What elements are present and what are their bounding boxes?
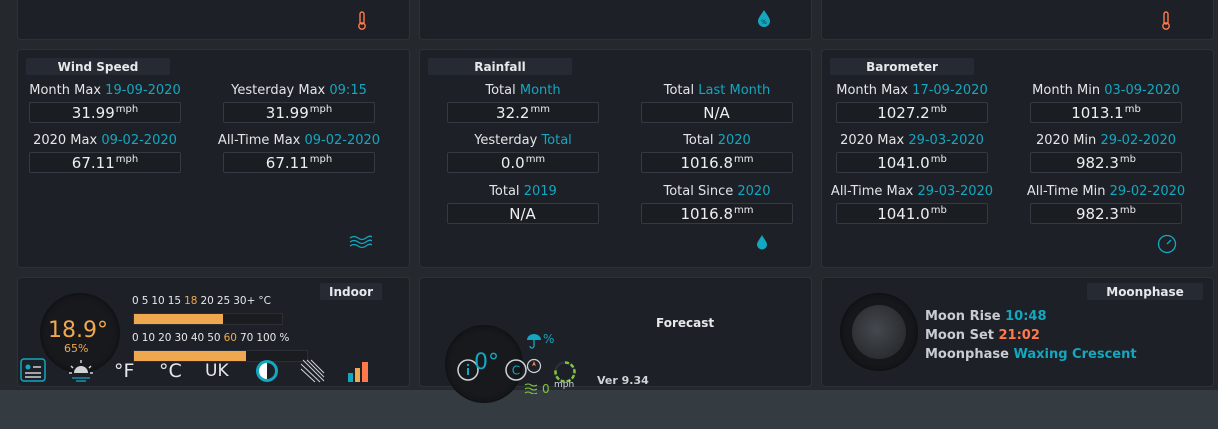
indoor-temp-bar-fill bbox=[134, 314, 223, 324]
unit-uk-button[interactable]: UK bbox=[205, 361, 229, 381]
scale-tick-label: 100 bbox=[256, 332, 277, 344]
moon-rise-line: Moon Rise 10:48 bbox=[925, 309, 1047, 324]
forecast-rain-percent: % bbox=[543, 332, 555, 346]
barometer-title: Barometer bbox=[830, 58, 974, 75]
scale-tick-label: 0 bbox=[132, 332, 139, 344]
gauge-icon bbox=[1157, 234, 1177, 254]
rainfall-card: Rainfall Total Month 32.2 mm Total Last M… bbox=[419, 49, 812, 268]
wind-speed-card: Wind Speed Month Max 19-09-2020 31.99 mph… bbox=[17, 49, 410, 268]
baro-year-max: 2020 Max 29-03-2020 1041.0 mb bbox=[827, 132, 997, 173]
top-card-temperature bbox=[17, 0, 410, 40]
rain-yesterday-total: Yesterday Total 0.0 mm bbox=[438, 132, 608, 173]
top-card-dewpoint bbox=[821, 0, 1214, 40]
version-label: Ver 9.34 bbox=[597, 374, 649, 387]
forecast-title: Forecast bbox=[656, 316, 715, 330]
rain-total-year: Total 2020 1016.8 mm bbox=[632, 132, 802, 173]
scale-tick-label: 60 bbox=[223, 332, 237, 344]
scale-tick-label: 10 bbox=[151, 295, 165, 307]
wind-speed-title: Wind Speed bbox=[26, 58, 170, 75]
forecast-wind-unit: mph bbox=[554, 380, 575, 390]
baro-month-min: Month Min 03-09-2020 1013.1 mb bbox=[1021, 82, 1191, 123]
moon-image bbox=[840, 293, 918, 371]
moon-phase-line: Moonphase Waxing Crescent bbox=[925, 347, 1137, 362]
unit-celsius-button[interactable]: °C bbox=[159, 360, 182, 382]
forecast-temp-value: 0° bbox=[474, 350, 499, 375]
scale-tick-label: 0 bbox=[132, 295, 139, 307]
moon-info: Moon Rise 10:48 Moon Set 21:02 Moonphase… bbox=[925, 307, 1137, 364]
forecast-card: Forecast 0° % C mph 0 Ver 9.34 bbox=[419, 277, 812, 403]
barometer-card: Barometer Month Max 17-09-2020 1027.2 mb … bbox=[821, 49, 1214, 268]
compass-icon bbox=[526, 358, 542, 374]
wind-icon bbox=[524, 383, 538, 394]
svg-text:C: C bbox=[512, 364, 520, 378]
rain-total-prev-year: Total 2019 N/A bbox=[438, 183, 608, 224]
scale-tick-label: 18 bbox=[184, 295, 198, 307]
baro-year-min: 2020 Min 29-02-2020 982.3 mb bbox=[1021, 132, 1191, 173]
top-card-humidity: % bbox=[419, 0, 812, 40]
wind-yesterday-max: Yesterday Max 09:15 31.99 mph bbox=[214, 82, 384, 123]
indoor-temp-bar-track bbox=[133, 313, 283, 325]
moonphase-title: Moonphase bbox=[1087, 283, 1203, 300]
moonphase-card: Moonphase Moon Rise 10:48 Moon Set 21:02… bbox=[821, 277, 1214, 387]
wind-year-max: 2020 Max 09-02-2020 67.11 mph bbox=[20, 132, 190, 173]
bar-chart-icon[interactable] bbox=[346, 359, 372, 383]
indoor-temp-value: 18.9° bbox=[48, 318, 108, 343]
meteor-shower-icon[interactable] bbox=[300, 359, 326, 383]
thermometer-icon bbox=[358, 11, 366, 30]
rain-total-month: Total Month 32.2 mm bbox=[438, 82, 608, 123]
rain-total-since: Total Since 2020 1016.8 mm bbox=[632, 183, 802, 224]
scale-tick-label: 40 bbox=[190, 332, 205, 344]
wind-month-max: Month Max 19-09-2020 31.99 mph bbox=[29, 83, 181, 123]
thermometer-icon bbox=[1162, 11, 1170, 30]
scale-tick-label: °C bbox=[258, 295, 272, 307]
raindrop-icon bbox=[757, 235, 767, 250]
scale-tick-label: 5 bbox=[141, 295, 149, 307]
celsius-icon[interactable]: C bbox=[504, 358, 528, 382]
theme-toggle-icon[interactable] bbox=[254, 359, 280, 383]
baro-alltime-min: All-Time Min 29-02-2020 982.3 mb bbox=[1026, 184, 1186, 224]
wind-alltime-max: All-Time Max 09-02-2020 67.11 mph bbox=[217, 133, 381, 173]
moon-set-line: Moon Set 21:02 bbox=[925, 328, 1040, 343]
humidity-drop-icon: % bbox=[758, 10, 770, 27]
scale-tick-label: 70 bbox=[239, 332, 254, 344]
weather-station-icon[interactable] bbox=[20, 358, 46, 382]
scale-tick-label: 20 bbox=[158, 332, 172, 344]
indoor-temp-scale: 0 5 10 15 18 20 25 30+ °C bbox=[132, 295, 274, 307]
baro-month-max: Month Max 17-09-2020 1027.2 mb bbox=[836, 83, 988, 123]
umbrella-rain-icon bbox=[527, 334, 541, 349]
bottom-toolbar: °F °C UK bbox=[18, 357, 378, 385]
scale-tick-label: 30 bbox=[174, 332, 188, 344]
scale-tick-label: 15 bbox=[167, 295, 182, 307]
svg-text:%: % bbox=[761, 19, 767, 26]
indoor-humidity-value: 65% bbox=[64, 342, 89, 355]
scale-tick-label: 50 bbox=[207, 332, 221, 344]
scale-tick-label: 30+ bbox=[233, 295, 256, 307]
scale-tick-label: % bbox=[279, 332, 290, 344]
rainfall-title: Rainfall bbox=[428, 58, 572, 75]
baro-alltime-max: All-Time Max 29-03-2020 1041.0 mb bbox=[830, 184, 994, 224]
scale-tick-label: 25 bbox=[216, 295, 231, 307]
forecast-wind-value: 0 bbox=[542, 382, 550, 396]
rain-total-last-month: Total Last Month N/A bbox=[632, 82, 802, 123]
wind-waves-icon bbox=[349, 235, 372, 249]
scale-tick-label: 20 bbox=[200, 295, 214, 307]
scale-tick-label: 10 bbox=[141, 332, 156, 344]
indoor-hum-scale: 0 10 20 30 40 50 60 70 100% bbox=[132, 332, 292, 344]
unit-fahrenheit-button[interactable]: °F bbox=[114, 360, 134, 382]
sun-icon[interactable] bbox=[68, 359, 94, 383]
indoor-title: Indoor bbox=[320, 283, 382, 300]
